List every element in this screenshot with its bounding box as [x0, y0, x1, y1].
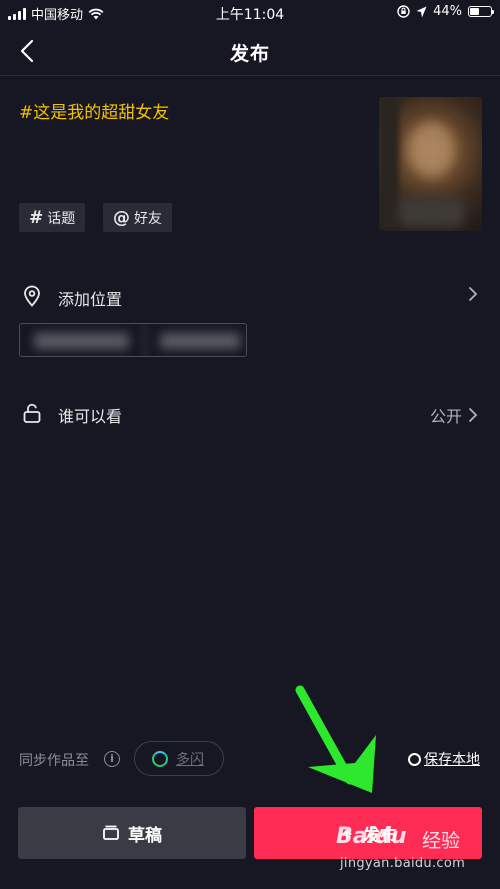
watermark-url: jingyan.baidu.com	[340, 856, 466, 871]
baidu-jingyan-watermark: Baidu 经验 jingyan.baidu.com	[336, 824, 496, 884]
sync-duoshan-toggle[interactable]: 多闪	[134, 741, 224, 776]
duoshan-icon	[152, 750, 168, 767]
battery-percent: 44%	[433, 4, 462, 19]
draft-label: 草稿	[128, 825, 162, 846]
visibility-row[interactable]: 谁可以看 公开	[0, 393, 500, 433]
battery-icon	[468, 6, 494, 17]
battery-level	[470, 8, 479, 15]
hashtag-icon: #	[29, 207, 44, 228]
friend-label: 好友	[134, 210, 162, 227]
radio-icon	[408, 752, 421, 766]
draft-button[interactable]: 草稿	[18, 807, 246, 859]
mention-friend-button[interactable]: @ 好友	[103, 203, 172, 232]
video-cover-thumbnail[interactable]	[379, 97, 482, 231]
chevron-right-icon	[469, 287, 478, 301]
topic-button[interactable]: # 话题	[19, 203, 86, 232]
suggested-location-chip[interactable]	[19, 323, 247, 357]
nav-bar: 发布	[0, 26, 500, 76]
caption-input[interactable]: #这是我的超甜女友	[19, 98, 169, 123]
annotation-arrow-icon	[295, 685, 376, 793]
add-location-label: 添加位置	[58, 290, 123, 309]
location-arrow-icon	[416, 6, 427, 17]
draft-box-icon	[103, 825, 119, 840]
sync-label: 同步作品至	[19, 753, 89, 769]
at-icon: @	[113, 207, 130, 228]
location-pin-icon	[24, 285, 40, 307]
info-icon[interactable]: i	[104, 751, 120, 767]
page-title: 发布	[229, 43, 270, 65]
unlock-icon	[23, 403, 41, 423]
jingyan-brand: 经验	[422, 830, 461, 852]
baidu-logo: Baidu	[336, 824, 407, 849]
save-local-option[interactable]: 保存本地	[408, 749, 480, 769]
duoshan-label: 多闪	[176, 751, 204, 768]
visibility-label: 谁可以看	[58, 407, 123, 426]
lock-rotation-icon	[397, 5, 410, 18]
visibility-value: 公开	[429, 407, 462, 426]
status-bar: 中国移动 上午11:04 44%	[0, 0, 500, 26]
save-local-label: 保存本地	[424, 752, 480, 768]
add-location-row[interactable]: 添加位置	[0, 276, 500, 316]
topic-label: 话题	[47, 210, 76, 227]
chevron-right-icon	[469, 408, 478, 422]
status-right: 44%	[397, 4, 494, 19]
